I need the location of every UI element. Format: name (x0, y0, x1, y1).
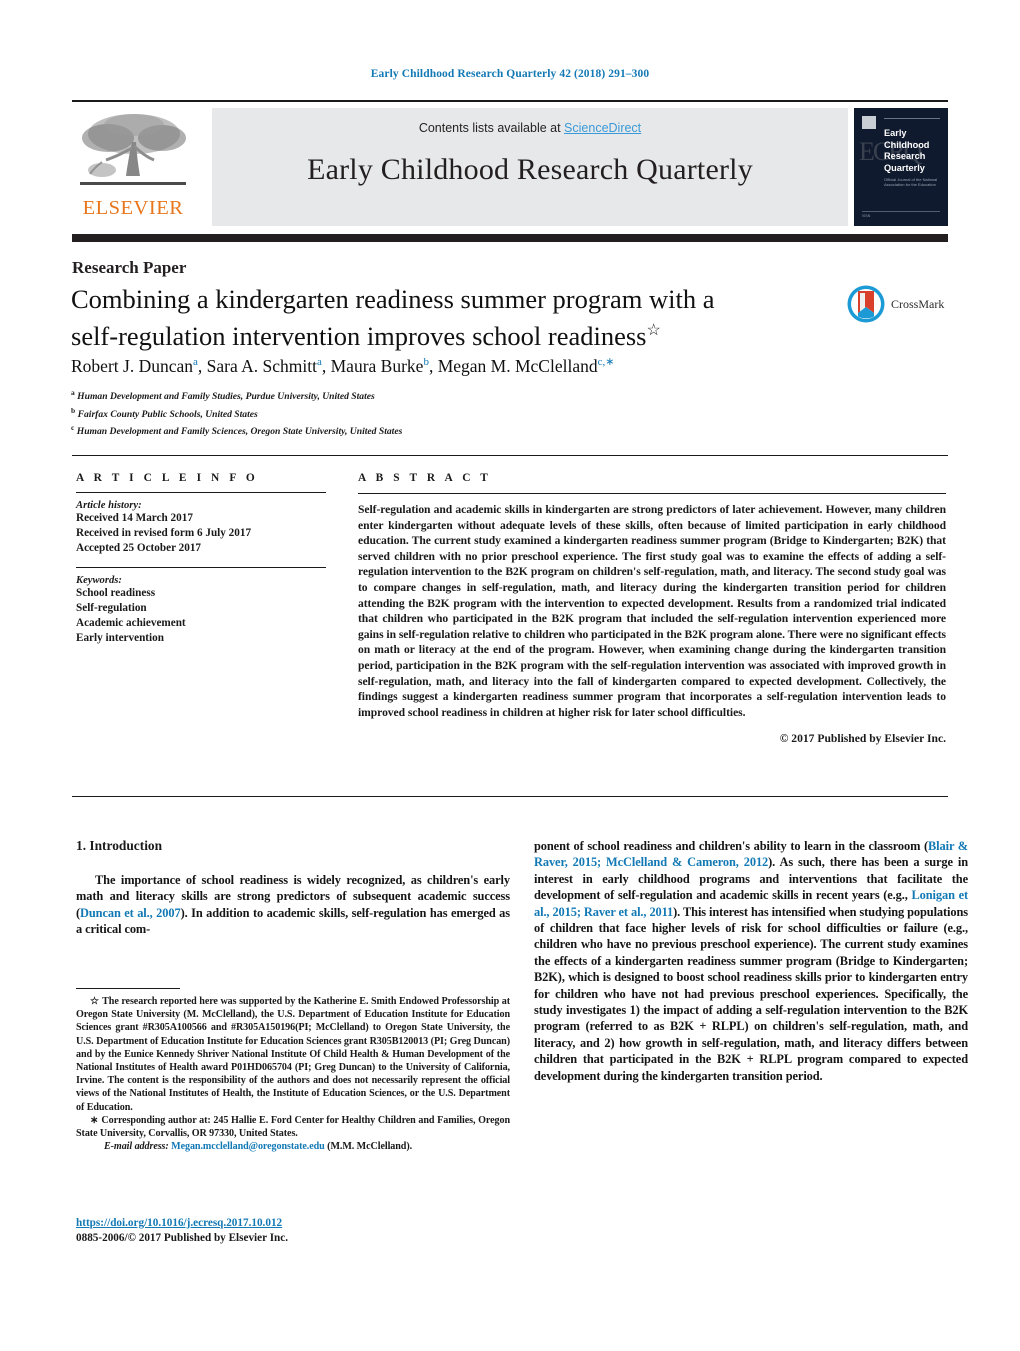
email-owner: (M.M. McClelland). (327, 1141, 413, 1153)
keyword-item: Academic achievement (76, 617, 186, 630)
intro-paragraph-left: The importance of school readiness is wi… (76, 872, 510, 938)
article-history-item: Received 14 March 2017 (76, 512, 193, 524)
contents-line: Contents lists available at ScienceDirec… (212, 108, 848, 135)
corresponding-author-footnote: ∗ Corresponding author at: 245 Hallie E. … (76, 1114, 510, 1140)
affiliation-item: b Fairfax County Public Schools, United … (71, 404, 711, 422)
cover-rule (884, 118, 940, 119)
article-history-item: Accepted 25 October 2017 (76, 542, 202, 555)
email-label: E-mail address: (104, 1141, 169, 1153)
affiliation-text: Human Development and Family Studies, Pu… (77, 391, 375, 403)
author-name[interactable]: Robert J. Duncan (71, 356, 193, 376)
paper-page: Early Childhood Research Quarterly 42 (2… (0, 0, 1020, 1351)
title-footnote-marker[interactable]: ☆ (646, 322, 660, 339)
author-list: Robert J. Duncana, Sara A. Schmitta, Mau… (71, 355, 891, 377)
funding-footnote: ☆ The research reported here was supporte… (76, 995, 510, 1114)
footer-identifiers: https://doi.org/10.1016/j.ecresq.2017.10… (76, 1216, 516, 1246)
journal-banner: Contents lists available at ScienceDirec… (212, 108, 848, 226)
body-column-left: The importance of school readiness is wi… (76, 872, 510, 938)
email-footnote: E-mail address: Megan.mcclelland@oregons… (76, 1140, 510, 1153)
affiliation-text: Human Development and Family Sciences, O… (76, 426, 403, 438)
crossmark-badge[interactable]: CrossMark (846, 283, 954, 325)
affiliation-mark: b (71, 405, 76, 415)
cover-title: Early Childhood Research Quarterly (884, 128, 930, 173)
abstract-body: Self-regulation and academic skills in k… (358, 503, 946, 719)
running-head: Early Childhood Research Quarterly 42 (2… (370, 68, 650, 80)
article-info-heading: A R T I C L E I N F O (76, 472, 259, 484)
cover-elsevier-mark-icon (862, 116, 876, 129)
keyword-item: School readiness (76, 586, 156, 599)
abstract-heading: A B S T R A C T (358, 472, 492, 484)
crossmark-label: CrossMark (891, 296, 945, 311)
keyword-item: Early intervention (76, 632, 164, 645)
section-heading-introduction: 1. Introduction (76, 838, 163, 853)
article-history-item: Received in revised form 6 July 2017 (76, 527, 252, 540)
body-column-right: ponent of school readiness and children'… (534, 838, 968, 1084)
funding-footnote-marker: ☆ (90, 996, 100, 1007)
journal-masthead: ELSEVIER Contents lists available at Sci… (72, 100, 948, 226)
affiliation-item: a Human Development and Family Studies, … (71, 386, 711, 404)
journal-title: Early Childhood Research Quarterly (307, 153, 753, 186)
cover-subtitle: Official Journal of the National Associa… (884, 177, 938, 187)
author-sep: , (197, 355, 207, 376)
author-name[interactable]: Maura Burke (331, 356, 424, 376)
author-name[interactable]: Sara A. Schmitt (207, 356, 317, 376)
intro-right-text-3: ). This interest has intensified when st… (534, 904, 969, 1083)
funding-footnote-text: The research reported here was supported… (76, 996, 510, 1113)
article-history-label: Article history: (76, 500, 142, 511)
citation-link[interactable]: Duncan et al., 2007 (80, 906, 181, 920)
footnote-rule (76, 988, 180, 989)
keyword-item: Self-regulation (76, 601, 147, 614)
keywords-rule (76, 566, 326, 568)
affiliation-text: Fairfax County Public Schools, United St… (77, 408, 258, 420)
abstract-copyright: © 2017 Published by Elsevier Inc. (779, 732, 946, 746)
affiliation-list: a Human Development and Family Studies, … (71, 386, 711, 439)
author-affil-mark[interactable]: c,∗ (598, 356, 615, 368)
title-line-2: self-regulation intervention improves sc… (71, 320, 647, 351)
abstract-rule (358, 493, 946, 494)
title-line-1: Combining a kindergarten readiness summe… (71, 284, 715, 314)
article-section-type: Research Paper (72, 258, 187, 277)
abstract-column: A B S T R A C T Self-regulation and acad… (358, 472, 946, 745)
author-sep: , (428, 355, 438, 376)
elsevier-tree-icon (80, 114, 186, 185)
intro-paragraph-right: ponent of school readiness and children'… (534, 838, 968, 1084)
email-link[interactable]: Megan.mcclelland@oregonstate.edu (171, 1141, 325, 1152)
footnote-block: ☆ The research reported here was supporte… (76, 995, 510, 1153)
masthead-dark-bar (72, 234, 948, 242)
affiliation-mark: a (71, 388, 75, 397)
page-title: Combining a kindergarten readiness summe… (71, 283, 771, 352)
doi-link[interactable]: https://doi.org/10.1016/j.ecresq.2017.10… (76, 1217, 282, 1229)
author-name[interactable]: Megan M. McClelland (438, 356, 598, 376)
elsevier-wordmark: ELSEVIER (82, 197, 184, 219)
corresponding-author-marker: ∗ (90, 1114, 99, 1126)
article-info-column: A R T I C L E I N F O Article history: R… (76, 472, 326, 646)
contents-prefix: Contents lists available at (418, 121, 565, 135)
crossmark-icon (847, 285, 885, 323)
article-info-rule (76, 492, 326, 493)
affiliation-item: c Human Development and Family Sciences,… (71, 421, 711, 439)
sciencedirect-link[interactable]: ScienceDirect (564, 121, 641, 135)
intro-right-text-1: ponent of school readiness and children'… (534, 839, 928, 853)
author-sep: , (321, 355, 331, 376)
elsevier-logo: ELSEVIER (72, 108, 194, 226)
issn-copyright-line: 0885-2006/© 2017 Published by Elsevier I… (76, 1232, 289, 1244)
journal-cover-thumbnail[interactable]: ECRQ Early Childhood Research Quarterly … (854, 108, 948, 226)
cover-footer: ISSN (862, 211, 940, 218)
affiliation-mark: c (71, 423, 75, 433)
keywords-label: Keywords: (76, 574, 122, 586)
corresponding-author-text: Corresponding author at: 245 Hallie E. F… (76, 1114, 510, 1140)
